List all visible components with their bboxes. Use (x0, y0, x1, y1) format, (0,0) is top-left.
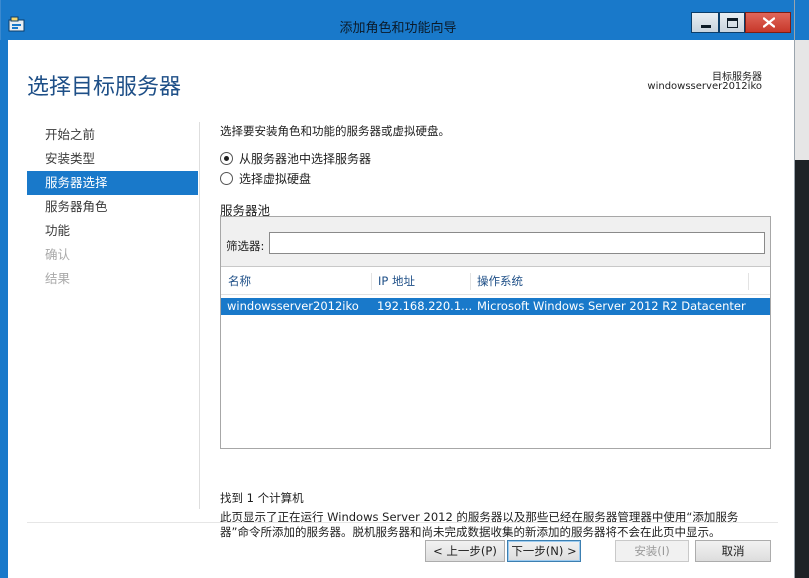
found-count: 找到 1 个计算机 (220, 491, 304, 505)
maximize-icon (727, 18, 738, 28)
nav-step-features[interactable]: 功能 (27, 219, 198, 243)
nav-step-results: 结果 (45, 271, 71, 286)
maximize-button[interactable] (719, 12, 745, 33)
background-window-titlebar (795, 0, 809, 40)
wizard-steps-nav: 开始之前 安装类型 服务器选择 服务器角色 功能 确认 结果 (27, 123, 198, 291)
nav-step-server-selection[interactable]: 服务器选择 (27, 171, 198, 195)
nav-divider (199, 122, 200, 509)
filter-bar: 筛选器: (221, 217, 770, 267)
radio-select-vhd[interactable]: 选择虚拟硬盘 (220, 171, 780, 186)
previous-button[interactable]: < 上一步(P) (425, 540, 505, 562)
row-server-name: windowsserver2012iko (227, 299, 359, 313)
background-window-edge (794, 0, 809, 578)
cancel-button[interactable]: 取消 (695, 540, 771, 562)
server-pool-panel: 筛选器: 名称 IP 地址 操作系统 windowsserver2012iko … (220, 216, 771, 449)
window-title: 添加角色和功能向导 (339, 21, 457, 36)
minimize-icon (701, 25, 711, 28)
nav-step-before-you-begin[interactable]: 开始之前 (27, 123, 198, 147)
nav-step-installation-type[interactable]: 安装类型 (27, 147, 198, 171)
close-button[interactable] (745, 12, 791, 33)
close-icon (763, 17, 775, 28)
radio-unselected-icon[interactable] (220, 171, 233, 185)
radio-vhd-label: 选择虚拟硬盘 (239, 171, 312, 186)
column-header-ip[interactable]: IP 地址 (373, 273, 471, 290)
install-button[interactable]: 安装(I) (615, 540, 689, 562)
radio-selected-icon[interactable] (220, 151, 233, 165)
filter-label: 筛选器: (226, 239, 265, 253)
desktop-background (795, 160, 809, 578)
target-server-value: windowsserver2012iko (647, 81, 762, 92)
page-title: 选择目标服务器 (27, 75, 182, 100)
next-button[interactable]: 下一步(N) > (507, 540, 581, 562)
column-header-os[interactable]: 操作系统 (472, 273, 749, 290)
minimize-button[interactable] (691, 12, 719, 33)
main-content: 选择要安装角色和功能的服务器或虚拟硬盘。 从服务器池中选择服务器 选择虚拟硬盘 … (220, 120, 780, 539)
radio-select-from-pool[interactable]: 从服务器池中选择服务器 (220, 151, 780, 166)
table-row[interactable]: windowsserver2012iko 192.168.220.1... Mi… (221, 298, 770, 315)
title-bar: 添加角色和功能向导 (0, 0, 794, 40)
intro-text: 选择要安装角色和功能的服务器或虚拟硬盘。 (220, 124, 450, 138)
window-frame-left (0, 40, 8, 578)
column-header-name[interactable]: 名称 (223, 273, 372, 290)
server-grid-header: 名称 IP 地址 操作系统 (221, 267, 770, 295)
nav-step-confirmation: 确认 (45, 247, 71, 262)
nav-step-server-roles[interactable]: 服务器角色 (27, 195, 198, 219)
wizard-client-area: 选择目标服务器 目标服务器 windowsserver2012iko 开始之前 … (8, 40, 794, 578)
footer-divider (27, 522, 778, 523)
row-server-ip: 192.168.220.1... (377, 299, 471, 313)
radio-pool-label: 从服务器池中选择服务器 (239, 151, 372, 166)
row-server-os: Microsoft Windows Server 2012 R2 Datacen… (477, 299, 746, 313)
filter-input[interactable] (269, 232, 765, 254)
description-text: 此页显示了正在运行 Windows Server 2012 的服务器以及那些已经… (220, 510, 739, 539)
